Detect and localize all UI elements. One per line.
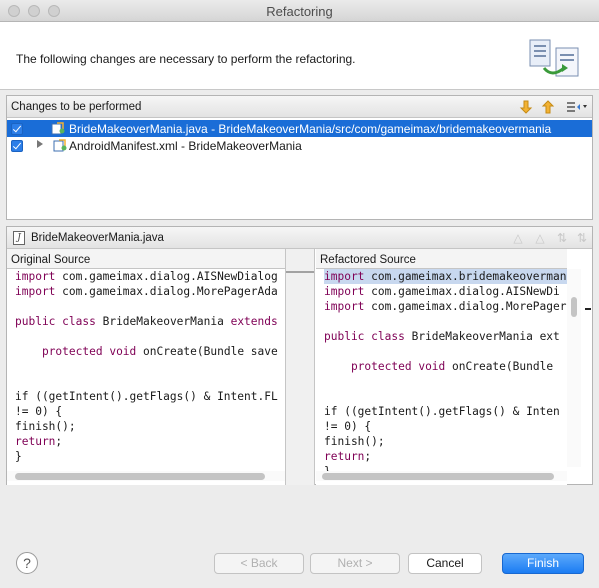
original-horizontal-scrollbar[interactable] xyxy=(7,471,285,481)
previous-change-icon[interactable]: ⇅ xyxy=(575,231,589,245)
compare-panel: J BrideMakeoverMania.java △ △ ⇅ ⇅ Origin… xyxy=(6,226,593,485)
code-line: import com.gameimax.dialog.MorePager xyxy=(324,300,567,313)
arrow-down-icon[interactable] xyxy=(518,99,534,115)
refactor-wizard-icon xyxy=(529,39,579,77)
change-item-manifest-label: AndroidManifest.xml - BrideMakeoverMania xyxy=(69,139,302,153)
help-button[interactable]: ? xyxy=(16,552,38,574)
change-item-java[interactable]: BrideMakeoverMania.java - BrideMakeoverM… xyxy=(7,120,592,137)
window-title: Refactoring xyxy=(266,4,333,19)
code-line: != 0) { xyxy=(324,420,372,433)
java-file-icon: J xyxy=(13,231,25,245)
change-item-manifest-checkbox[interactable] xyxy=(11,140,23,152)
code-line: import com.gameimax.dialog.AISNewDi xyxy=(324,285,560,298)
next-change-icon[interactable]: ⇅ xyxy=(555,231,569,245)
previous-difference-icon[interactable]: △ xyxy=(533,231,547,245)
code-line: return; xyxy=(15,435,63,448)
manifest-change-icon xyxy=(53,139,67,152)
back-button[interactable]: < Back xyxy=(214,553,304,574)
wizard-message: The following changes are necessary to p… xyxy=(16,52,356,66)
next-button[interactable]: Next > xyxy=(310,553,400,574)
code-line: if ((getIntent().getFlags() & Inten xyxy=(324,405,560,418)
refactored-source-title: Refactored Source xyxy=(316,249,567,269)
refactored-horizontal-scrollbar[interactable] xyxy=(316,471,567,481)
code-line: public class BrideMakeoverMania ext xyxy=(324,330,560,343)
finish-button[interactable]: Finish xyxy=(502,553,584,574)
refactored-source-code[interactable]: import com.gameimax.bridemakeovermania im… xyxy=(316,269,567,479)
original-scroll-thumb[interactable] xyxy=(15,473,265,480)
change-item-java-checkbox[interactable] xyxy=(11,123,23,135)
compare-header: J BrideMakeoverMania.java △ △ ⇅ ⇅ xyxy=(7,227,592,249)
changes-header: Changes to be performed xyxy=(7,96,592,118)
changes-title: Changes to be performed xyxy=(11,101,142,113)
code-line: protected void onCreate(Bundle save xyxy=(41,345,278,358)
code-line: } xyxy=(15,450,22,463)
code-line: finish(); xyxy=(324,435,385,448)
refactored-source-pane[interactable]: Refactored Source import com.gameimax.br… xyxy=(316,249,567,485)
code-line: public class BrideMakeoverMania extends xyxy=(15,315,278,328)
code-line: if ((getIntent().getFlags() & Intent.FL xyxy=(15,390,278,403)
code-line: return; xyxy=(324,450,372,463)
vertical-scroll-thumb[interactable] xyxy=(571,297,577,317)
arrow-up-icon[interactable] xyxy=(540,99,556,115)
change-item-manifest[interactable]: AndroidManifest.xml - BrideMakeoverMania xyxy=(7,137,592,154)
change-item-java-label: BrideMakeoverMania.java - BrideMakeoverM… xyxy=(69,122,552,136)
code-line: protected void onCreate(Bundle xyxy=(350,360,554,373)
wizard-header: The following changes are necessary to p… xyxy=(0,22,599,90)
original-source-title: Original Source xyxy=(7,249,285,269)
changes-panel: Changes to be performed BrideMakeoverMan… xyxy=(6,95,593,220)
expand-arrow-icon[interactable] xyxy=(37,140,43,148)
refactored-vertical-scrollbar[interactable] xyxy=(567,269,581,467)
code-line: import com.gameimax.bridemakeovermania xyxy=(324,269,567,284)
compare-file-name: BrideMakeoverMania.java xyxy=(31,232,164,244)
original-source-pane[interactable]: Original Source import com.gameimax.dial… xyxy=(7,249,285,485)
refactored-scroll-thumb[interactable] xyxy=(322,473,554,480)
refactoring-window: Refactoring The following changes are ne… xyxy=(0,0,599,588)
java-change-icon xyxy=(51,122,65,135)
diff-connector xyxy=(286,271,314,273)
code-line: import com.gameimax.dialog.MorePagerAda xyxy=(15,285,278,298)
title-bar: Refactoring xyxy=(0,0,599,22)
original-source-code[interactable]: import com.gameimax.dialog.AISNewDialog i… xyxy=(7,269,285,464)
compare-gutter xyxy=(285,249,315,485)
cancel-button[interactable]: Cancel xyxy=(408,553,482,574)
view-menu-icon[interactable] xyxy=(565,99,589,115)
next-difference-icon[interactable]: △ xyxy=(511,231,525,245)
code-line: finish(); xyxy=(15,420,76,433)
code-line: != 0) { xyxy=(15,405,63,418)
code-line: import com.gameimax.dialog.AISNewDialog xyxy=(15,270,278,283)
overview-change-marker xyxy=(585,308,591,310)
